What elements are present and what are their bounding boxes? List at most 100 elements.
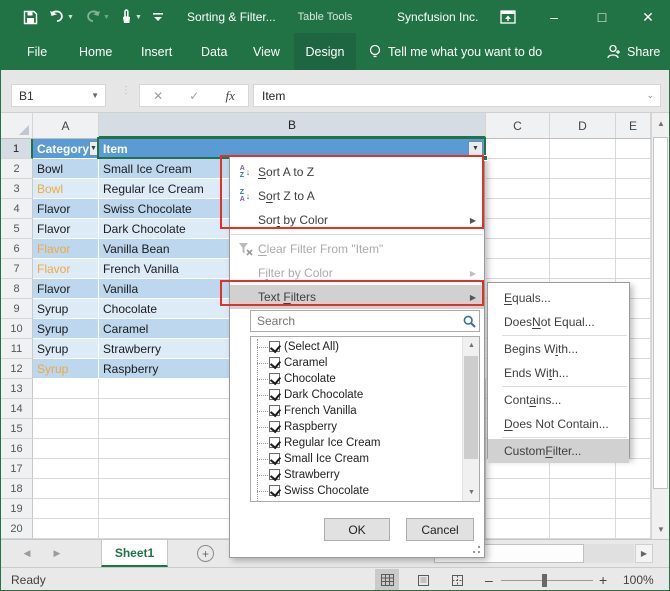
menu-item-sort-by-color[interactable]: Sort by Color▶ <box>230 208 484 232</box>
filter-value-raspberry[interactable]: Raspberry <box>251 419 462 435</box>
page-break-preview-icon[interactable] <box>445 569 469 591</box>
row-header-11[interactable]: 11 <box>1 339 33 359</box>
scroll-up-icon[interactable]: ▲ <box>652 113 670 133</box>
checkbox-checked-icon[interactable] <box>269 405 280 416</box>
cell-e19[interactable] <box>616 499 651 519</box>
zoom-in-icon[interactable]: + <box>599 568 607 591</box>
ribbon-tab-design[interactable]: Design <box>294 33 356 70</box>
cell-c3[interactable] <box>486 179 550 199</box>
select-all-corner[interactable] <box>1 113 33 138</box>
customize-qat-icon[interactable] <box>153 1 163 33</box>
checkbox-checked-icon[interactable] <box>269 485 280 496</box>
list-scroll-down-icon[interactable]: ▼ <box>463 484 480 501</box>
cell-a16[interactable] <box>33 439 99 459</box>
checkbox-checked-icon[interactable] <box>269 341 280 352</box>
column-header-e[interactable]: E <box>616 113 651 138</box>
row-header-12[interactable]: 12 <box>1 359 33 379</box>
submenu-item-begins-with[interactable]: Begins With... <box>488 337 629 361</box>
row-header-5[interactable]: 5 <box>1 219 33 239</box>
cell-c20[interactable] <box>486 519 550 539</box>
touch-mode-button[interactable]: ▼ <box>119 1 142 33</box>
row-header-15[interactable]: 15 <box>1 419 33 439</box>
cell-d4[interactable] <box>550 199 616 219</box>
checkbox-checked-icon[interactable] <box>269 501 280 502</box>
filter-value-caramel[interactable]: Caramel <box>251 355 462 371</box>
cell-a12[interactable]: Syrup <box>33 359 99 379</box>
row-header-18[interactable]: 18 <box>1 479 33 499</box>
page-layout-view-icon[interactable] <box>411 569 435 591</box>
cell-c1[interactable] <box>486 139 550 159</box>
item-filter-dropdown-icon[interactable]: ▼ <box>468 141 483 156</box>
cell-a18[interactable] <box>33 479 99 499</box>
cell-a15[interactable] <box>33 419 99 439</box>
cell-d5[interactable] <box>550 219 616 239</box>
cell-a10[interactable]: Syrup <box>33 319 99 339</box>
cell-d7[interactable] <box>550 259 616 279</box>
ribbon-tab-home[interactable]: Home <box>75 33 116 70</box>
cell-a11[interactable]: Syrup <box>33 339 99 359</box>
row-header-4[interactable]: 4 <box>1 199 33 219</box>
column-header-b[interactable]: B <box>99 113 486 138</box>
menu-item-text-filters[interactable]: Text Filters▶ <box>230 285 484 309</box>
row-header-14[interactable]: 14 <box>1 399 33 419</box>
cancel-button[interactable]: Cancel <box>406 518 474 541</box>
save-icon[interactable] <box>23 1 38 33</box>
filter-value-select-all[interactable]: (Select All) <box>251 339 462 355</box>
fill-handle[interactable] <box>482 155 488 161</box>
row-header-3[interactable]: 3 <box>1 179 33 199</box>
cell-e6[interactable] <box>616 239 651 259</box>
cell-a3[interactable]: Bowl <box>33 179 99 199</box>
scroll-down-icon[interactable]: ▼ <box>652 519 670 539</box>
row-header-7[interactable]: 7 <box>1 259 33 279</box>
name-box-dropdown-icon[interactable]: ▼ <box>91 91 99 100</box>
cell-d3[interactable] <box>550 179 616 199</box>
ribbon-tab-file[interactable]: File <box>23 33 51 70</box>
cell-e18[interactable] <box>616 479 651 499</box>
category-filter-dropdown-icon[interactable]: ▼ <box>89 141 98 156</box>
hscroll-right-icon[interactable]: ▶ <box>635 544 653 563</box>
cell-a13[interactable] <box>33 379 99 399</box>
cell-a2[interactable]: Bowl <box>33 159 99 179</box>
sheet-nav-left-icon[interactable]: ◀ <box>15 540 39 567</box>
submenu-item-equals[interactable]: Equals... <box>488 286 629 310</box>
ribbon-tab-data[interactable]: Data <box>197 33 231 70</box>
cell-c5[interactable] <box>486 219 550 239</box>
zoom-out-icon[interactable]: – <box>485 568 493 591</box>
cell-d18[interactable] <box>550 479 616 499</box>
cell-a7[interactable]: Flavor <box>33 259 99 279</box>
cell-c2[interactable] <box>486 159 550 179</box>
row-header-16[interactable]: 16 <box>1 439 33 459</box>
list-scrollbar[interactable]: ▲ ▼ <box>462 337 479 501</box>
cell-d2[interactable] <box>550 159 616 179</box>
ribbon-tab-insert[interactable]: Insert <box>137 33 176 70</box>
filter-search-box[interactable] <box>250 310 480 332</box>
row-header-1[interactable]: 1 <box>1 139 33 159</box>
checkbox-checked-icon[interactable] <box>269 421 280 432</box>
column-header-d[interactable]: D <box>550 113 616 138</box>
cell-c19[interactable] <box>486 499 550 519</box>
vertical-scrollbar[interactable]: ▲ ▼ <box>651 113 669 539</box>
row-header-19[interactable]: 19 <box>1 499 33 519</box>
row-header-10[interactable]: 10 <box>1 319 33 339</box>
filter-value-strawberry[interactable]: Strawberry <box>251 467 462 483</box>
close-icon[interactable]: ✕ <box>631 1 665 33</box>
row-header-2[interactable]: 2 <box>1 159 33 179</box>
row-header-9[interactable]: 9 <box>1 299 33 319</box>
enter-check-icon[interactable]: ✓ <box>189 89 199 103</box>
vertical-scroll-thumb[interactable] <box>653 137 668 489</box>
horizontal-scroll-track[interactable] <box>584 544 634 563</box>
cell-a6[interactable]: Flavor <box>33 239 99 259</box>
checkbox-checked-icon[interactable] <box>269 389 280 400</box>
cell-a9[interactable]: Syrup <box>33 299 99 319</box>
row-header-8[interactable]: 8 <box>1 279 33 299</box>
cell-e3[interactable] <box>616 179 651 199</box>
cell-c18[interactable] <box>486 479 550 499</box>
checkbox-checked-icon[interactable] <box>269 373 280 384</box>
cell-e1[interactable] <box>616 139 651 159</box>
undo-button[interactable]: ▼ <box>49 1 74 33</box>
normal-view-icon[interactable] <box>375 569 399 591</box>
cell-e4[interactable] <box>616 199 651 219</box>
column-header-c[interactable]: C <box>486 113 550 138</box>
formula-bar-expand-icon[interactable]: ⌄ <box>646 90 654 101</box>
zoom-slider-track[interactable] <box>501 580 593 581</box>
